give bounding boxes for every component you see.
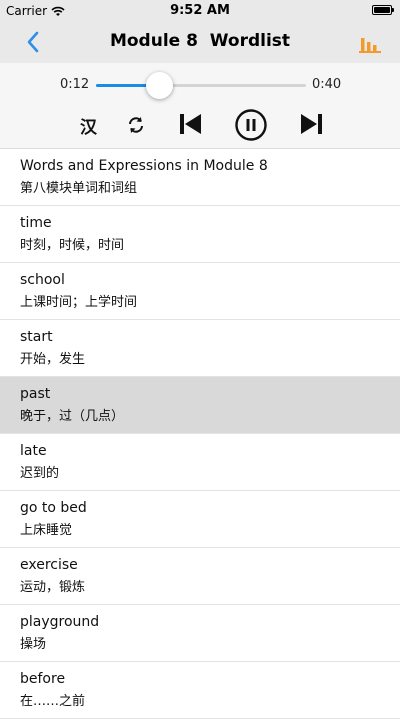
list-item[interactable]: start 开始，发生 <box>0 320 400 377</box>
navigation-bar: Module 8 Wordlist <box>0 22 400 63</box>
word-english: playground <box>20 614 100 630</box>
word-chinese: 开始，发生 <box>20 352 86 367</box>
word-english: school <box>20 272 65 288</box>
skip-next-icon <box>301 114 322 134</box>
word-english: past <box>20 386 51 402</box>
total-time: 0:40 <box>312 77 342 92</box>
list-item[interactable]: time 时刻，时候，时间 <box>0 206 400 263</box>
word-english: exercise <box>20 557 78 573</box>
language-toggle-button[interactable]: 汉 <box>80 113 97 139</box>
list-item[interactable]: past 晚于，过（几点） <box>0 377 400 434</box>
list-item[interactable]: before 在……之前 <box>0 662 400 719</box>
list-item[interactable]: Words and Expressions in Module 8 第八模块单词和… <box>0 149 400 206</box>
word-list: Words and Expressions in Module 8 第八模块单词和… <box>0 149 400 719</box>
bar-chart-icon <box>359 38 381 53</box>
list-item[interactable]: go to bed 上床睡觉 <box>0 491 400 548</box>
word-english: go to bed <box>20 500 87 516</box>
word-english: Words and Expressions in Module 8 <box>20 158 268 174</box>
word-chinese: 上课时间；上学时间 <box>20 295 138 310</box>
current-time: 0:12 <box>60 77 90 92</box>
list-item[interactable]: exercise 运动，锻炼 <box>0 548 400 605</box>
word-english: before <box>20 671 66 687</box>
progress-slider[interactable] <box>96 72 306 99</box>
word-chinese: 操场 <box>20 637 47 652</box>
repeat-button[interactable] <box>126 115 146 141</box>
list-item[interactable]: playground 操场 <box>0 605 400 662</box>
skip-previous-icon <box>180 114 201 134</box>
pause-button[interactable] <box>235 109 267 141</box>
word-chinese: 第八模块单词和词组 <box>20 181 138 196</box>
status-time: 9:52 AM <box>170 3 230 18</box>
pause-icon <box>235 109 267 141</box>
word-chinese: 上床睡觉 <box>20 523 73 538</box>
page-title: Module 8 Wordlist <box>109 31 291 51</box>
progress-thumb[interactable] <box>146 72 173 99</box>
stats-button[interactable] <box>358 32 382 54</box>
word-english: late <box>20 443 47 459</box>
list-item[interactable]: school 上课时间；上学时间 <box>0 263 400 320</box>
word-chinese: 迟到的 <box>20 466 60 481</box>
status-bar: Carrier 9:52 AM <box>0 0 400 22</box>
word-english: time <box>20 215 52 231</box>
word-chinese: 在……之前 <box>20 694 86 709</box>
previous-button[interactable] <box>178 112 202 138</box>
audio-player: 0:12 0:40 汉 <box>0 63 400 149</box>
word-chinese: 时刻，时候，时间 <box>20 238 125 253</box>
word-chinese: 运动，锻炼 <box>20 580 86 595</box>
list-item[interactable]: late 迟到的 <box>0 434 400 491</box>
repeat-icon <box>129 117 143 133</box>
battery-icon <box>372 5 394 15</box>
word-english: start <box>20 329 53 345</box>
next-button[interactable] <box>300 112 324 138</box>
word-chinese: 晚于，过（几点） <box>20 409 125 424</box>
